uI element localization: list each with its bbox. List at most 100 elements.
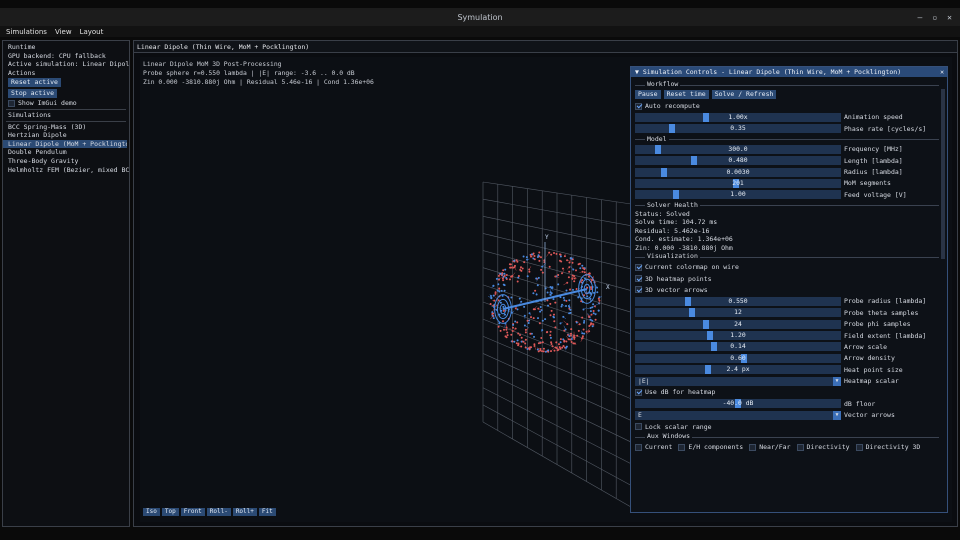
checkbox-icon[interactable]	[635, 443, 642, 451]
cond-estimate: Cond. estimate: 1.364e+06	[635, 235, 733, 244]
aux-directivity3d-toggle[interactable]: Directivity 3D	[855, 443, 920, 451]
checkbox-icon[interactable]	[635, 275, 642, 283]
aux-current-toggle[interactable]: Current	[635, 443, 672, 451]
slider-track[interactable]: 1.00x	[635, 112, 841, 122]
slider-track[interactable]: 0.0030	[635, 167, 841, 177]
minimize-icon[interactable]: –	[918, 13, 923, 22]
probe-radius-slider[interactable]: 0.550 Probe radius [lambda]	[631, 296, 947, 307]
heatmap-scalar-select[interactable]: |E| ▼	[635, 376, 841, 386]
solve-refresh-button[interactable]: Solve / Refresh	[711, 90, 777, 100]
sim-item-hertzian[interactable]: Hertzian Dipole	[3, 131, 129, 140]
aux-directivity-toggle[interactable]: Directivity	[796, 443, 850, 451]
frequency-slider[interactable]: 300.0 Frequency [MHz]	[631, 144, 947, 155]
heatmap-points-toggle[interactable]: 3D heatmap points	[631, 273, 947, 284]
probe-phi-slider[interactable]: 24 Probe phi samples	[631, 318, 947, 329]
reset-time-button[interactable]: Reset time	[663, 90, 709, 100]
slider-track[interactable]: 24	[635, 319, 841, 329]
probe-theta-slider[interactable]: 12 Probe theta samples	[631, 307, 947, 318]
slider-value: 0.60	[730, 353, 746, 362]
roll-minus-button[interactable]: Roll-	[206, 508, 231, 516]
roll-plus-button[interactable]: Roll+	[232, 508, 257, 516]
slider-track[interactable]: 0.14	[635, 342, 841, 352]
maximize-icon[interactable]: ▫	[932, 13, 937, 22]
db-floor-slider[interactable]: -40.0 dB dB floor	[631, 398, 947, 409]
checkbox-icon[interactable]	[855, 443, 863, 451]
slider-track[interactable]: 0.35	[635, 124, 841, 134]
menu-simulations[interactable]: Simulations	[6, 28, 47, 36]
slider-track[interactable]: 0.550	[635, 296, 841, 306]
slider-track[interactable]: 0.60	[635, 353, 841, 363]
menu-layout[interactable]: Layout	[80, 28, 104, 36]
checkbox-icon[interactable]	[635, 286, 642, 294]
sim-item-double-pendulum[interactable]: Double Pendulum	[3, 148, 129, 157]
view-front-button[interactable]: Front	[180, 508, 205, 516]
radius-slider[interactable]: 0.0030 Radius [lambda]	[631, 166, 947, 177]
slider-label: Heat point size	[844, 365, 903, 374]
view-fit-button[interactable]: Fit	[258, 508, 276, 516]
slider-track[interactable]: 0.480	[635, 156, 841, 166]
solve-time: Solve time: 104.72 ms	[635, 218, 718, 227]
checkbox-icon[interactable]	[635, 102, 642, 110]
slider-label: Phase rate [cycles/s]	[844, 124, 927, 133]
vector-arrows-toggle[interactable]: 3D vector arrows	[631, 284, 947, 295]
slider-label: Probe phi samples	[844, 320, 911, 329]
phase-rate-slider[interactable]: 0.35 Phase rate [cycles/s]	[631, 123, 947, 134]
slider-track[interactable]: 201	[635, 178, 841, 188]
menu-bar: Simulations View Layout	[0, 26, 960, 37]
view-iso-button[interactable]: Iso	[143, 508, 160, 516]
slider-track[interactable]: 300.0	[635, 144, 841, 154]
length-slider[interactable]: 0.480 Length [lambda]	[631, 155, 947, 166]
slider-label: Animation speed	[844, 113, 903, 122]
mom-segments-slider[interactable]: 201 MoM segments	[631, 178, 947, 189]
heat-point-size-slider[interactable]: 2.4 px Heat point size	[631, 364, 947, 375]
slider-track[interactable]: -40.0 dB	[635, 399, 841, 409]
sim-item-three-body[interactable]: Three-Body Gravity	[3, 157, 129, 166]
aux-nearfar-toggle[interactable]: Near/Far	[749, 443, 791, 451]
auto-recompute-toggle[interactable]: Auto recompute	[631, 100, 947, 111]
slider-track[interactable]: 1.00	[635, 190, 841, 200]
slider-value: 1.00x	[728, 112, 748, 121]
lock-scalar-toggle[interactable]: Lock scalar range	[631, 421, 947, 432]
slider-track[interactable]: 2.4 px	[635, 365, 841, 375]
aux-eh-toggle[interactable]: E/H components	[678, 443, 743, 451]
animation-speed-slider[interactable]: 1.00x Animation speed	[631, 112, 947, 123]
feed-voltage-slider[interactable]: 1.00 Feed voltage [V]	[631, 189, 947, 200]
show-demo-toggle[interactable]: Show ImGui demo	[3, 99, 129, 108]
controls-title-bar[interactable]: ▼ Simulation Controls - Linear Dipole (T…	[631, 67, 947, 77]
checkbox-icon[interactable]	[678, 443, 686, 451]
checkbox-icon[interactable]	[635, 388, 642, 396]
arrow-density-slider[interactable]: 0.60 Arrow density	[631, 353, 947, 364]
pause-button[interactable]: Pause	[635, 90, 661, 100]
section-workflow: Workflow	[631, 80, 947, 89]
view-top-button[interactable]: Top	[161, 508, 179, 516]
chevron-down-icon[interactable]: ▼	[833, 376, 841, 386]
collapse-icon[interactable]: ▼	[635, 68, 643, 76]
colormap-toggle[interactable]: Current colormap on wire	[631, 261, 947, 272]
slider-track[interactable]: 1.20	[635, 331, 841, 341]
vector-arrows-select[interactable]: E ▼	[635, 410, 841, 420]
slider-label: Arrow scale	[844, 342, 888, 351]
sim-item-linear-dipole[interactable]: Linear Dipole (MoM + Pocklington)	[3, 139, 127, 149]
section-solver-health: Solver Health	[631, 200, 947, 210]
checkbox-icon[interactable]	[749, 443, 757, 451]
menu-view[interactable]: View	[55, 28, 72, 36]
reset-active-button[interactable]: Reset active	[8, 78, 61, 88]
use-db-toggle[interactable]: Use dB for heatmap	[631, 387, 947, 398]
arrow-scale-slider[interactable]: 0.14 Arrow scale	[631, 341, 947, 352]
slider-value: 24	[734, 319, 742, 328]
checkbox-icon[interactable]	[635, 423, 642, 431]
close-icon[interactable]: ✕	[947, 13, 952, 22]
sim-item-bcc[interactable]: BCC Spring-Mass (3D)	[3, 123, 129, 132]
chevron-down-icon[interactable]: ▼	[833, 410, 841, 420]
checkbox-icon[interactable]	[635, 263, 642, 271]
checkbox-icon[interactable]	[796, 443, 804, 451]
scrollbar[interactable]	[941, 89, 945, 259]
close-icon[interactable]: ✕	[940, 67, 944, 77]
slider-label: Field extent [lambda]	[844, 331, 927, 340]
stop-active-button[interactable]: Stop active	[8, 89, 58, 99]
slider-track[interactable]: 12	[635, 308, 841, 318]
checkbox-icon[interactable]	[8, 99, 15, 107]
sim-item-helmholtz[interactable]: Helmholtz FEM (Bezier, mixed BC)	[3, 166, 129, 175]
field-extent-slider[interactable]: 1.20 Field extent [lambda]	[631, 330, 947, 341]
slider-value: 12	[734, 308, 742, 317]
